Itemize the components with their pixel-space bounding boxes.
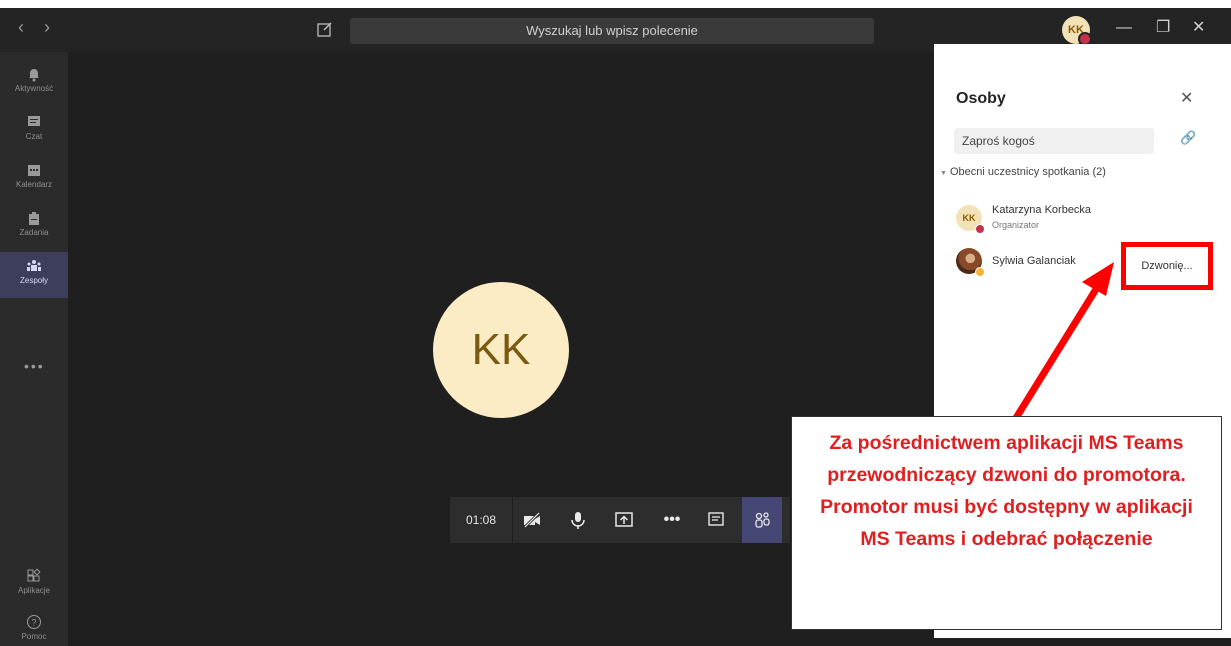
annotation-callout: Za pośrednictwem aplikacji MS Teams prze… [791,416,1222,630]
arrow-shaft [1013,284,1101,420]
arrow-head [1082,262,1114,296]
